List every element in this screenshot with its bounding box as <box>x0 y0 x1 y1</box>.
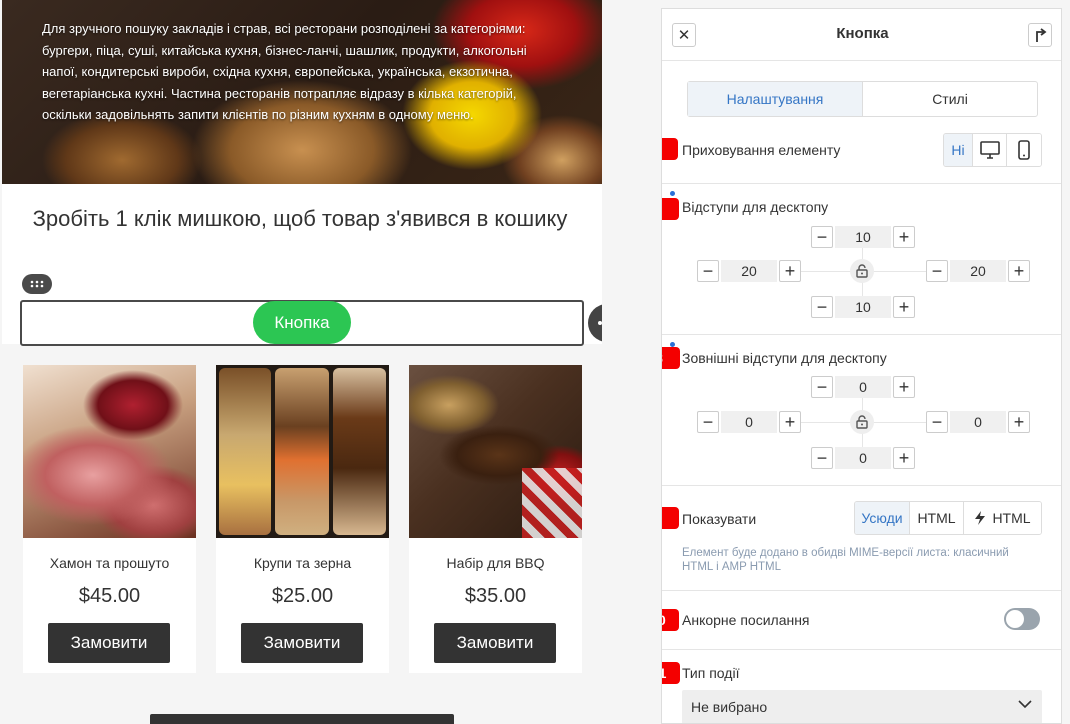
amp-html-label: HTML <box>992 510 1031 526</box>
lightning-icon <box>975 511 986 525</box>
padding-left-stepper[interactable]: −20 + <box>697 260 801 282</box>
padding-label: Відступи для десктопу <box>682 199 829 215</box>
anchor-toggle[interactable] <box>1004 608 1040 630</box>
margin-bottom-stepper[interactable]: −0 + <box>811 447 915 469</box>
show-options: Усюди HTML HTML <box>854 501 1042 535</box>
margin-top-stepper[interactable]: −0 + <box>811 376 915 398</box>
padding-top-value[interactable]: 10 <box>835 226 891 248</box>
product-image <box>216 365 389 538</box>
anchor-label: Анкорне посилання <box>682 612 810 628</box>
show-label: Показувати <box>682 511 757 527</box>
plus-icon[interactable]: + <box>779 411 801 433</box>
margin-label: Зовнішні відступи для десктопу <box>682 350 887 366</box>
minus-icon[interactable]: − <box>926 260 948 282</box>
tab-settings[interactable]: Налаштування <box>688 82 863 116</box>
external-link-icon[interactable] <box>1028 23 1052 47</box>
drag-handle-icon[interactable] <box>22 274 52 294</box>
margin-left-stepper[interactable]: −0 + <box>697 411 801 433</box>
phone-icon[interactable] <box>1007 134 1041 166</box>
email-button[interactable]: Кнопка <box>253 301 351 344</box>
email-canvas: Для зручного пошуку закладів і страв, вс… <box>0 0 602 724</box>
order-button[interactable]: Замовити <box>48 623 170 663</box>
product-name: Набір для BBQ <box>446 555 545 571</box>
minus-icon[interactable]: − <box>811 376 833 398</box>
minus-icon[interactable]: − <box>811 447 833 469</box>
annotation-badge: 10 <box>662 609 679 631</box>
product-card: Хамон та прошуто $45.00 Замовити <box>23 365 196 673</box>
monitor-icon[interactable] <box>973 134 1007 166</box>
next-block-edge <box>150 714 454 724</box>
panel-title: Кнопка <box>836 25 889 42</box>
product-image <box>409 365 582 538</box>
plus-icon[interactable]: + <box>893 376 915 398</box>
padding-top-stepper[interactable]: −10 + <box>811 226 915 248</box>
padding-bottom-stepper[interactable]: −10 + <box>811 296 915 318</box>
hide-none-option[interactable]: Ні <box>944 134 973 166</box>
margin-right-stepper[interactable]: −0 + <box>926 411 1030 433</box>
margin-top-value[interactable]: 0 <box>835 376 891 398</box>
margin-right-value[interactable]: 0 <box>950 411 1006 433</box>
annotation-badge: 7 <box>662 198 679 220</box>
product-price: $45.00 <box>78 585 141 607</box>
padding-right-value[interactable]: 20 <box>950 260 1006 282</box>
hide-options: Ні <box>943 133 1042 167</box>
padding-bottom-value[interactable]: 10 <box>835 296 891 318</box>
product-name: Крупи та зерна <box>253 555 352 571</box>
product-name: Хамон та прошуто <box>49 555 170 571</box>
product-card: Набір для BBQ $35.00 Замовити <box>409 365 582 673</box>
minus-icon[interactable]: − <box>926 411 948 433</box>
product-price: $35.00 <box>464 585 527 607</box>
hero-text: Для зручного пошуку закладів і страв, вс… <box>42 21 527 122</box>
tab-styles[interactable]: Стилі <box>863 82 1037 116</box>
show-html-option[interactable]: HTML <box>910 502 964 534</box>
minus-icon[interactable]: − <box>811 226 833 248</box>
order-button[interactable]: Замовити <box>434 623 556 663</box>
event-type-select[interactable]: Не вибрано <box>682 690 1042 723</box>
show-note: Елемент буде додано в обидві MIME-версії… <box>682 547 1009 573</box>
minus-icon[interactable]: − <box>697 411 719 433</box>
plus-icon[interactable]: + <box>893 447 915 469</box>
order-button[interactable]: Замовити <box>241 623 363 663</box>
show-everywhere-option[interactable]: Усюди <box>855 502 910 534</box>
annotation-badge: 8 <box>662 347 680 369</box>
lock-icon[interactable] <box>850 410 874 434</box>
settings-panel: ✕ Кнопка Налаштування Стилі 6 Приховуван… <box>661 8 1062 724</box>
product-card: Крупи та зерна $25.00 Замовити <box>216 365 389 673</box>
section-heading: Зробіть 1 клік мишкою, щоб товар з'явивс… <box>32 206 568 231</box>
plus-icon[interactable]: + <box>893 296 915 318</box>
minus-icon[interactable]: − <box>697 260 719 282</box>
annotation-badge: 11 <box>662 662 680 684</box>
annotation-badge: 9 <box>662 507 679 529</box>
plus-icon[interactable]: + <box>1008 411 1030 433</box>
margin-left-value[interactable]: 0 <box>721 411 777 433</box>
margin-bottom-value[interactable]: 0 <box>835 447 891 469</box>
panel-header: ✕ Кнопка <box>662 9 1061 61</box>
hide-label: Приховування елементу <box>682 142 841 158</box>
event-type-label: Тип події <box>682 665 740 681</box>
plus-icon[interactable]: + <box>779 260 801 282</box>
product-image <box>23 365 196 538</box>
lock-icon[interactable] <box>850 259 874 283</box>
plus-icon[interactable]: + <box>893 226 915 248</box>
product-price: $25.00 <box>271 585 334 607</box>
event-type-value: Не вибрано <box>691 699 768 715</box>
plus-icon[interactable]: + <box>1008 260 1030 282</box>
minus-icon[interactable]: − <box>811 296 833 318</box>
chevron-down-icon <box>1018 700 1032 709</box>
annotation-badge: 6 <box>662 138 678 160</box>
settings-tabs: Налаштування Стилі <box>687 81 1038 117</box>
show-amp-html-option[interactable]: HTML <box>964 502 1041 534</box>
padding-right-stepper[interactable]: −20 + <box>926 260 1030 282</box>
padding-left-value[interactable]: 20 <box>721 260 777 282</box>
